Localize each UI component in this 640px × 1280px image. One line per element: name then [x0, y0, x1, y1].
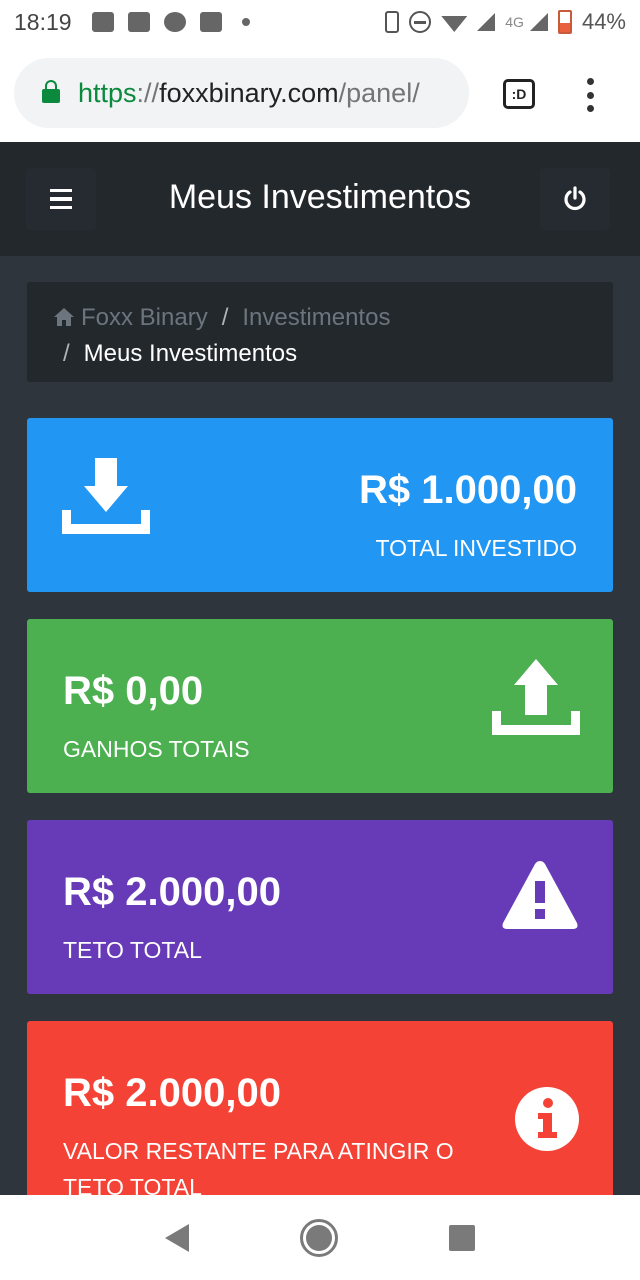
more-notifications-icon: [241, 18, 250, 26]
signal-icon: [477, 13, 496, 31]
ganhos-totais-card: R$ 0,00 GANHOS TOTAIS: [27, 619, 613, 793]
logout-button[interactable]: [540, 168, 610, 230]
breadcrumb-separator: /: [221, 304, 229, 331]
tab-switcher-button[interactable]: :D: [503, 79, 535, 109]
vibrate-icon: [385, 11, 400, 33]
network-type: 4G: [505, 14, 524, 30]
home-button-icon[interactable]: [299, 1218, 338, 1257]
ganhos-totais-value: R$ 0,00: [63, 669, 204, 713]
download-notification-icon: [163, 12, 186, 32]
total-investido-value: R$ 1.000,00: [359, 468, 577, 512]
mail-icon: [199, 12, 222, 32]
download-icon: [62, 458, 150, 534]
system-icons: 4G 44%: [385, 9, 626, 35]
upload-icon: [492, 659, 580, 735]
wifi-icon: [441, 16, 468, 32]
breadcrumb-current: Meus Investimentos: [83, 340, 298, 367]
url-bar[interactable]: https://foxxbinary.com/panel/: [14, 58, 469, 128]
valor-restante-value: R$ 2.000,00: [63, 1071, 281, 1115]
status-bar: 18:19 4G 44%: [0, 0, 640, 44]
teto-total-label: TETO TOTAL: [63, 937, 202, 963]
book-icon: [127, 12, 150, 32]
breadcrumb-home-link[interactable]: Foxx Binary: [81, 304, 208, 331]
browser-toolbar: https://foxxbinary.com/panel/ :D: [0, 44, 640, 142]
url-text: https://foxxbinary.com/panel/: [78, 77, 420, 108]
do-not-disturb-icon: [409, 11, 432, 33]
home-icon: [54, 308, 74, 326]
signal-icon-2: [529, 13, 548, 31]
status-time: 18:19: [14, 8, 72, 35]
teto-total-value: R$ 2.000,00: [63, 870, 281, 914]
power-icon: [564, 186, 586, 211]
breadcrumb: Foxx Binary / Investimentos / Meus Investim…: [27, 282, 613, 382]
back-icon[interactable]: [165, 1223, 190, 1252]
notification-icons: [91, 12, 250, 32]
total-investido-card: R$ 1.000,00 TOTAL INVESTIDO: [27, 418, 613, 592]
warning-icon: [502, 861, 578, 929]
message-icon: [91, 12, 114, 32]
browser-menu-button[interactable]: [583, 78, 597, 112]
info-icon: [515, 1087, 579, 1151]
recent-apps-icon[interactable]: [448, 1224, 475, 1251]
battery-icon: [557, 10, 572, 34]
teto-total-card: R$ 2.000,00 TETO TOTAL: [27, 820, 613, 994]
total-investido-label: TOTAL INVESTIDO: [375, 535, 578, 561]
valor-restante-card: R$ 2.000,00 VALOR RESTANTE PARA ATINGIR …: [27, 1021, 613, 1221]
app-header: Meus Investimentos: [0, 142, 640, 256]
lock-icon: [42, 80, 60, 103]
breadcrumb-investimentos-link[interactable]: Investimentos: [242, 304, 390, 331]
ganhos-totais-label: GANHOS TOTAIS: [63, 736, 250, 762]
system-navigation-bar: [0, 1195, 640, 1280]
breadcrumb-separator-2: /: [63, 340, 70, 367]
battery-percent: 44%: [581, 9, 626, 34]
